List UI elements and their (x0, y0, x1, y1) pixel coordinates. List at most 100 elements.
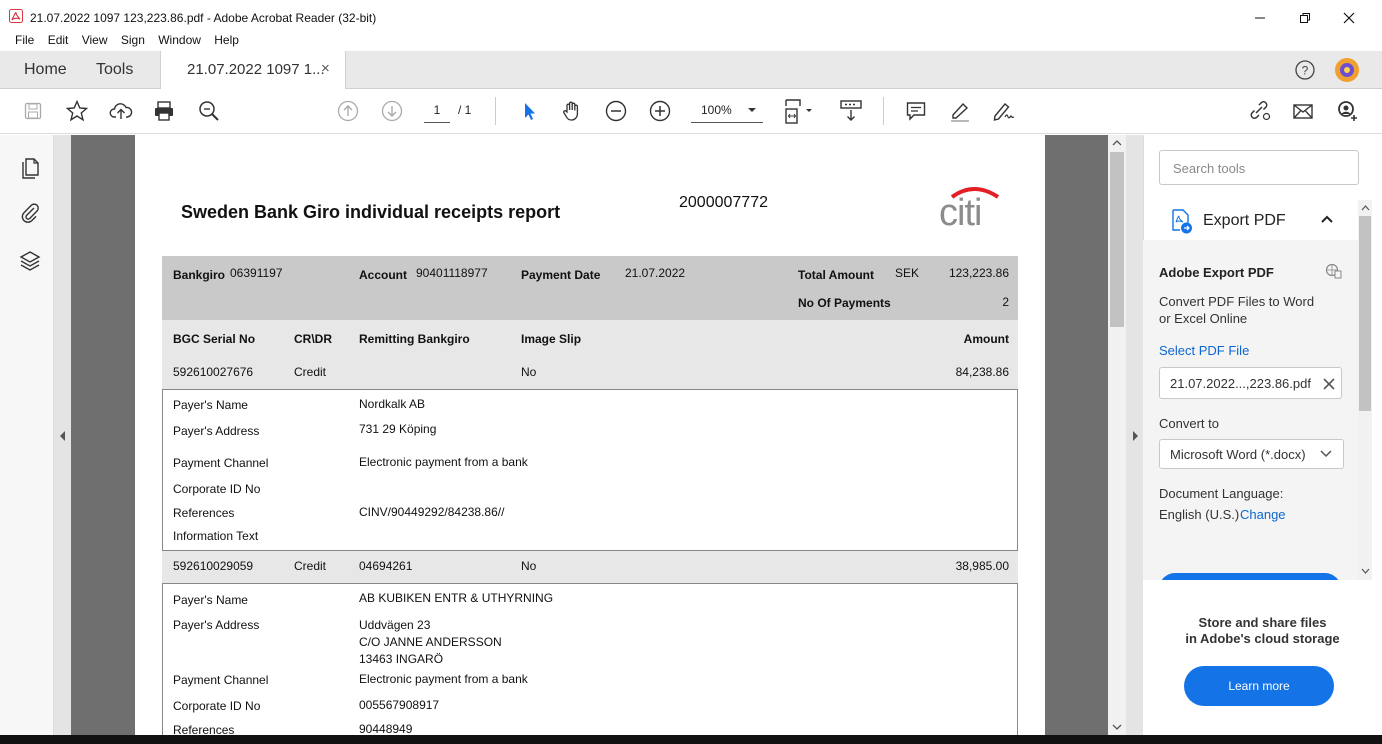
email-icon[interactable] (1289, 97, 1317, 125)
scroll-down-icon[interactable] (1112, 723, 1122, 731)
chevron-up-icon[interactable] (1320, 214, 1334, 224)
select-pdf-file-link[interactable]: Select PDF File (1159, 343, 1249, 358)
convert-to-select[interactable]: Microsoft Word (*.docx) (1159, 439, 1344, 469)
export-pdf-heading[interactable]: Export PDF (1203, 212, 1286, 230)
export-online-icon (1325, 263, 1343, 279)
next-page-icon[interactable] (378, 97, 406, 125)
col-image-slip: Image Slip (521, 332, 582, 346)
page-number-input[interactable]: 1 (424, 103, 450, 123)
menu-help[interactable]: Help (214, 33, 239, 47)
close-tab-icon[interactable]: × (321, 60, 330, 77)
payment-amount: 84,238.86 (955, 365, 1009, 379)
selected-file-name: 21.07.2022...,223.86.pdf (1170, 376, 1311, 391)
menu-window[interactable]: Window (158, 33, 201, 47)
information-text-label: Information Text (173, 529, 259, 543)
payment-channel-label: Payment Channel (173, 456, 269, 470)
sign-icon[interactable] (990, 97, 1018, 125)
total-amount-label: Total Amount (798, 268, 874, 282)
payment-date-value: 21.07.2022 (625, 266, 686, 280)
column-header-row (162, 320, 1018, 357)
share-link-icon[interactable] (1245, 97, 1273, 125)
bookmark-star-icon[interactable] (63, 97, 91, 125)
close-window-button[interactable] (1339, 8, 1359, 28)
zoom-select[interactable]: 100% (691, 101, 763, 123)
payment-remitting: 04694261 (359, 559, 413, 573)
report-summary-band (162, 256, 1018, 320)
citi-logo: citi (938, 183, 1004, 229)
store-line-2: in Adobe's cloud storage (1185, 631, 1340, 646)
scrollbar-thumb[interactable] (1110, 152, 1124, 327)
export-pdf-panel (1143, 240, 1359, 580)
store-line-1: Store and share files (1198, 615, 1327, 630)
scrollbar-thumb[interactable] (1359, 216, 1371, 411)
restore-button[interactable] (1295, 8, 1315, 28)
scroll-up-icon[interactable] (1112, 139, 1122, 147)
minimize-button[interactable] (1250, 8, 1270, 28)
title-bar: 21.07.2022 1097 123,223.86.pdf - Adobe A… (0, 0, 1382, 34)
tab-tools[interactable]: Tools (96, 61, 133, 79)
menu-file[interactable]: File (15, 33, 34, 47)
payment-image-slip: No (521, 559, 537, 573)
corporate-id-value: 005567908917 (359, 698, 440, 712)
export-description: Convert PDF Files to Word or Excel Onlin… (1159, 294, 1315, 326)
acrobat-logo-icon (9, 9, 23, 23)
svg-text:?: ? (1302, 64, 1309, 78)
convert-to-label: Convert to (1159, 416, 1219, 431)
left-panel-toggle[interactable] (54, 135, 71, 735)
payer-address-line: 731 29 Köping (359, 422, 437, 436)
payer-name-label: Payer's Name (173, 593, 248, 607)
search-zoom-icon[interactable] (195, 97, 223, 125)
tab-home[interactable]: Home (24, 61, 67, 79)
learn-more-button[interactable]: Learn more (1184, 666, 1334, 706)
previous-page-icon[interactable] (334, 97, 362, 125)
chevron-left-icon (58, 430, 68, 442)
scroll-up-icon[interactable] (1361, 204, 1370, 211)
comment-icon[interactable] (902, 97, 930, 125)
add-user-icon[interactable] (1333, 97, 1361, 125)
tab-document[interactable]: 21.07.2022 1097 1... × (160, 51, 346, 89)
references-value: 90448949 (359, 722, 413, 736)
zoom-out-icon[interactable] (602, 97, 630, 125)
references-value: CINV/90449292/84238.86// (359, 505, 505, 519)
no-of-payments-label: No Of Payments (798, 296, 891, 310)
payment-crdr: Credit (294, 559, 327, 573)
toolbar-divider (495, 97, 496, 125)
tools-pane-scrollbar[interactable] (1358, 200, 1372, 580)
adobe-export-title: Adobe Export PDF (1159, 265, 1274, 280)
account-label: Account (359, 268, 407, 282)
change-language-link[interactable]: Change (1240, 507, 1286, 522)
help-icon[interactable]: ? (1294, 59, 1316, 81)
selected-file-field[interactable]: 21.07.2022...,223.86.pdf (1159, 367, 1342, 399)
page-thumbnails-icon[interactable] (19, 155, 41, 179)
highlight-pen-icon[interactable] (946, 97, 974, 125)
chevron-down-icon (747, 105, 757, 115)
upload-cloud-icon[interactable] (107, 97, 135, 125)
menu-bar: File Edit View Sign Window Help (0, 32, 1382, 50)
export-pdf-icon (1170, 208, 1194, 234)
print-icon[interactable] (150, 97, 178, 125)
layers-icon[interactable] (19, 249, 41, 273)
document-scrollbar[interactable] (1108, 135, 1126, 735)
select-cursor-icon[interactable] (515, 97, 543, 125)
zoom-in-icon[interactable] (646, 97, 674, 125)
zoom-value: 100% (701, 103, 732, 117)
chevron-right-icon (1130, 430, 1140, 442)
col-remitting: Remitting Bankgiro (359, 332, 470, 346)
avatar[interactable] (1334, 57, 1360, 83)
remove-file-icon[interactable] (1322, 377, 1336, 391)
menu-edit[interactable]: Edit (48, 33, 69, 47)
chevron-down-icon (1320, 449, 1332, 459)
tab-bar: Home Tools 21.07.2022 1097 1... × ? (0, 51, 1382, 89)
menu-sign[interactable]: Sign (121, 33, 145, 47)
attachments-paperclip-icon[interactable] (19, 201, 41, 225)
scrolling-mode-icon[interactable] (837, 97, 865, 125)
payer-name-label: Payer's Name (173, 398, 248, 412)
scroll-down-icon[interactable] (1361, 568, 1370, 575)
page-fit-icon[interactable] (783, 97, 819, 125)
search-tools-input[interactable]: Search tools (1159, 150, 1359, 185)
right-panel-toggle[interactable] (1126, 135, 1143, 735)
hand-tool-icon[interactable] (558, 97, 586, 125)
total-amount-value: 123,223.86 (948, 266, 1009, 280)
save-icon[interactable] (19, 97, 47, 125)
menu-view[interactable]: View (82, 33, 108, 47)
